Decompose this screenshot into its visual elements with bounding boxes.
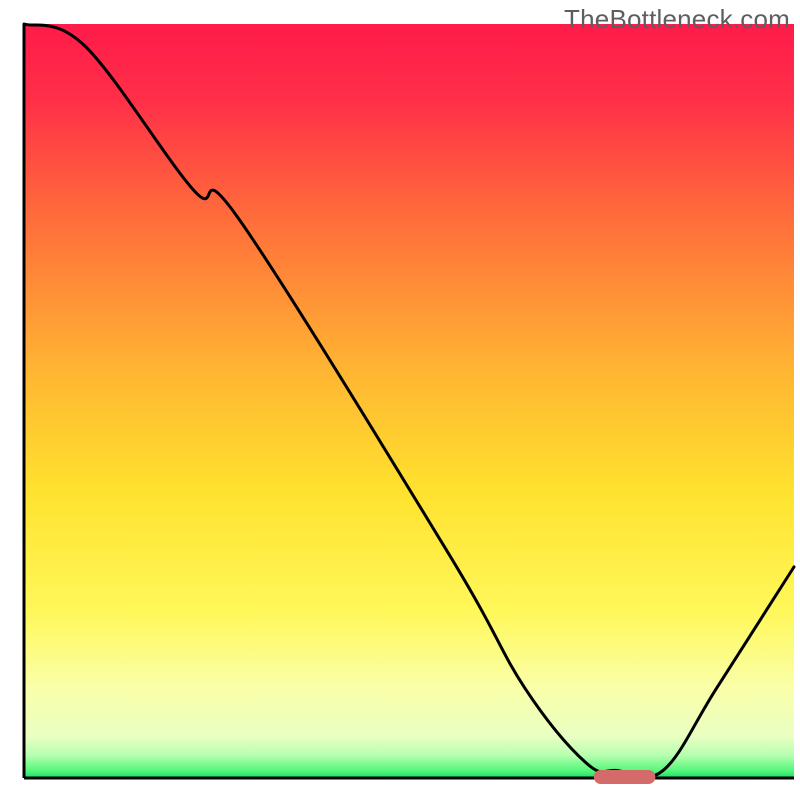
chart-stage: TheBottleneck.com [0,0,800,800]
chart-svg [0,0,800,800]
watermark-text: TheBottleneck.com [564,4,790,35]
chart-background [24,24,794,778]
optimum-marker [594,770,656,784]
